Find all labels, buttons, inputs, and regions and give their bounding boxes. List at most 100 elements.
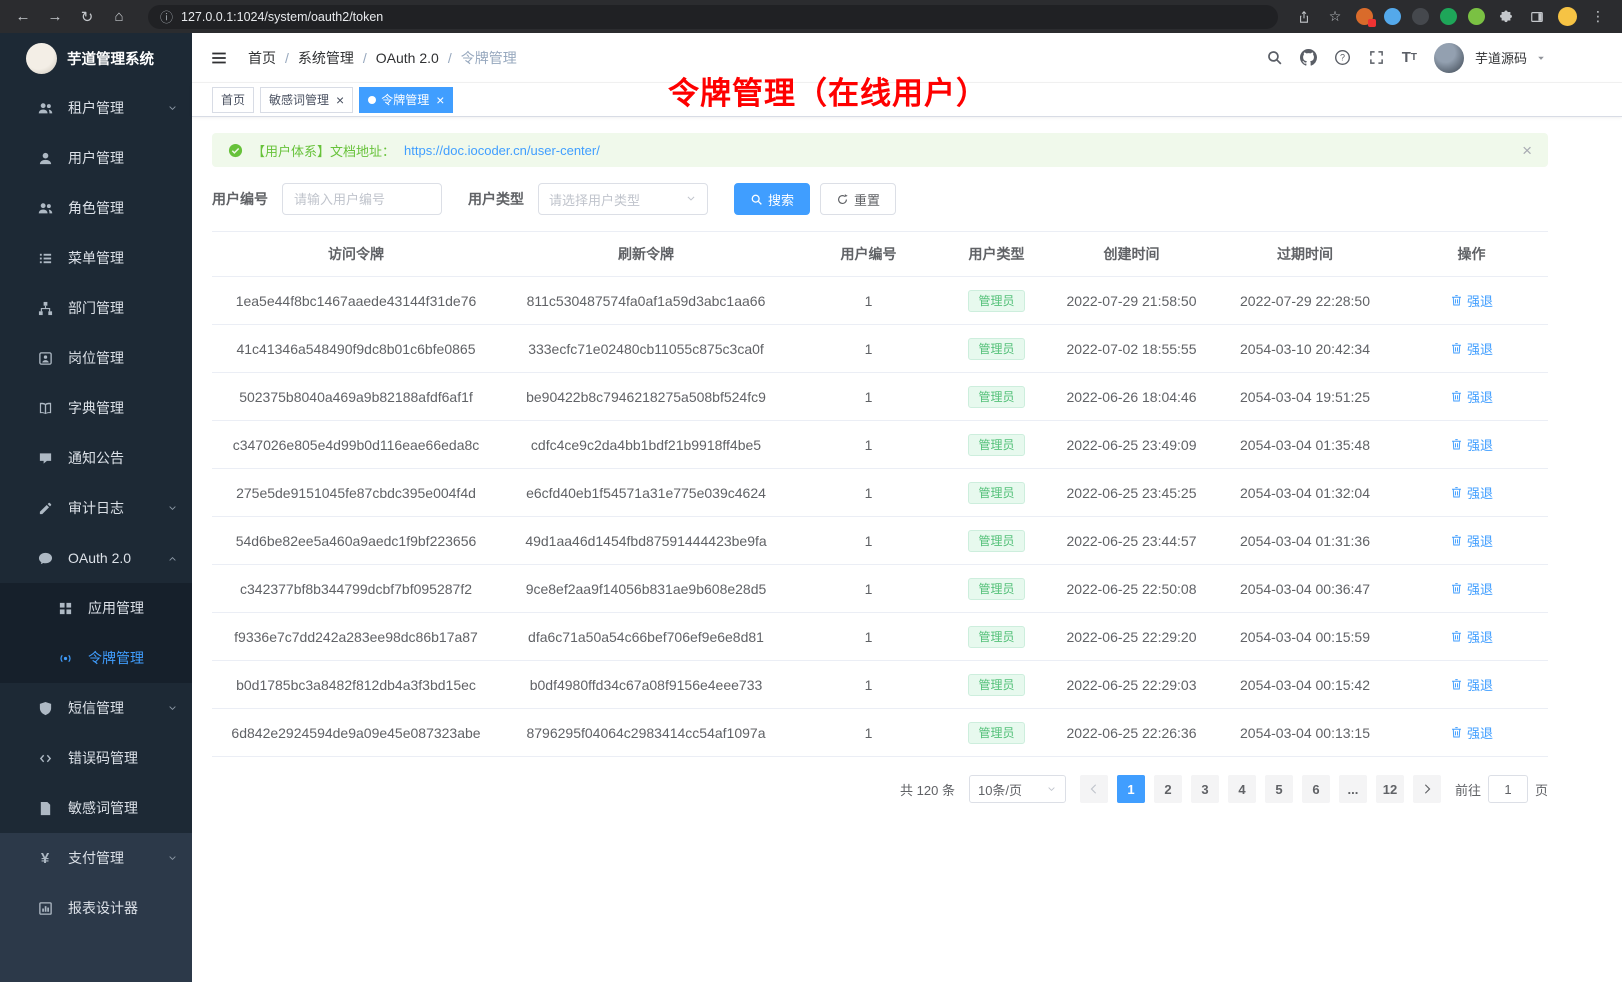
extension-colored-badge[interactable] [1356, 8, 1373, 25]
cell-actions: 强退 [1395, 277, 1548, 325]
share-icon[interactable] [1294, 7, 1314, 27]
fullscreen-icon[interactable] [1368, 49, 1385, 66]
search-button[interactable]: 搜索 [734, 183, 810, 215]
sidebar-item-oauth2[interactable]: OAuth 2.0 [0, 533, 192, 583]
sidebar-item-role[interactable]: 角色管理 [0, 183, 192, 233]
reload-icon[interactable]: ↻ [74, 4, 100, 30]
sidebar-item-pay[interactable]: ¥支付管理 [0, 833, 192, 883]
sidebar-item-notice[interactable]: 通知公告 [0, 433, 192, 483]
fontsize-icon[interactable]: TT [1402, 50, 1417, 65]
puzzle-icon[interactable] [1496, 7, 1516, 27]
cell-access-token: c347026e805e4d99b0d116eae66eda8c [212, 421, 500, 469]
list-icon [37, 251, 53, 266]
sidebar-item-label: 字典管理 [68, 398, 178, 418]
force-logout-button[interactable]: 强退 [1450, 675, 1493, 694]
delete-icon [1450, 630, 1463, 643]
info-icon[interactable]: ⓘ [160, 7, 173, 26]
force-logout-button[interactable]: 强退 [1450, 723, 1493, 742]
sidebar-item-sensitive-word[interactable]: 敏感词管理 [0, 783, 192, 833]
force-logout-button[interactable]: 强退 [1450, 339, 1493, 358]
address-bar[interactable]: ⓘ 127.0.0.1:1024/system/oauth2/token [148, 5, 1278, 29]
page-button-3[interactable]: 3 [1191, 775, 1219, 803]
app-shell: 芋道管理系统 租户管理用户管理角色管理菜单管理部门管理岗位管理字典管理通知公告审… [0, 33, 1622, 982]
extension-blue[interactable] [1384, 8, 1401, 25]
filter-user-id: 用户编号 [212, 183, 442, 215]
force-logout-button[interactable]: 强退 [1450, 291, 1493, 310]
close-icon[interactable]: × [1522, 142, 1532, 159]
star-icon[interactable]: ☆ [1325, 7, 1345, 27]
tab-home[interactable]: 首页 [212, 87, 254, 113]
sidebar-item-post[interactable]: 岗位管理 [0, 333, 192, 383]
page-button-1[interactable]: 1 [1117, 775, 1145, 803]
goto-page-input[interactable] [1488, 775, 1528, 803]
breadcrumb-item-home[interactable]: 首页 [248, 48, 276, 68]
browser-profile-avatar[interactable] [1558, 7, 1577, 26]
breadcrumb-item-oauth2[interactable]: OAuth 2.0 [376, 50, 439, 66]
username[interactable]: 芋道源码 [1475, 48, 1527, 67]
cell-expire-time: 2054-03-04 00:13:15 [1215, 709, 1395, 757]
force-logout-button[interactable]: 强退 [1450, 531, 1493, 550]
cell-create-time: 2022-06-25 22:26:36 [1048, 709, 1215, 757]
sidebar-item-report[interactable]: 报表设计器 [0, 883, 192, 933]
page-size-select[interactable]: 10条/页 [969, 775, 1066, 803]
user-id-input[interactable] [282, 183, 442, 215]
close-icon[interactable]: × [336, 93, 344, 107]
column-header-user-id: 用户编号 [792, 232, 945, 277]
sidebar-item-error-code[interactable]: 错误码管理 [0, 733, 192, 783]
tab-sensitive-word[interactable]: 敏感词管理× [260, 87, 353, 113]
table-header-row: 访问令牌刷新令牌用户编号用户类型创建时间过期时间操作 [212, 232, 1548, 277]
sidebar-item-menu[interactable]: 菜单管理 [0, 233, 192, 283]
app-logo[interactable]: 芋道管理系统 [0, 33, 192, 83]
force-logout-button[interactable]: 强退 [1450, 435, 1493, 454]
extension-green[interactable] [1440, 8, 1457, 25]
sidebar-item-label: 报表设计器 [68, 898, 178, 918]
prev-page-button[interactable] [1080, 775, 1108, 803]
sidebar-item-oauth2-app[interactable]: 应用管理 [0, 583, 192, 633]
page-ellipsis[interactable]: ... [1339, 775, 1367, 803]
search-icon[interactable] [1266, 49, 1283, 66]
user-avatar[interactable] [1434, 43, 1464, 73]
question-icon[interactable]: ? [1334, 49, 1351, 66]
hamburger-icon[interactable] [210, 49, 228, 67]
next-page-button[interactable] [1413, 775, 1441, 803]
tab-token[interactable]: 令牌管理× [359, 87, 453, 113]
sidebar-item-audit-log[interactable]: 审计日志 [0, 483, 192, 533]
force-logout-button[interactable]: 强退 [1450, 483, 1493, 502]
back-icon[interactable]: ← [10, 4, 36, 30]
close-icon[interactable]: × [436, 93, 444, 107]
extension-lightgreen[interactable] [1468, 8, 1485, 25]
force-logout-label: 强退 [1467, 483, 1493, 502]
force-logout-button[interactable]: 强退 [1450, 579, 1493, 598]
page-button-12[interactable]: 12 [1376, 775, 1404, 803]
sidebar-item-oauth2-token[interactable]: 令牌管理 [0, 633, 192, 683]
cell-user-type: 管理员 [945, 373, 1048, 421]
side-panel-icon[interactable] [1527, 7, 1547, 27]
caret-down-icon[interactable] [1536, 53, 1546, 63]
sidebar-item-user[interactable]: 用户管理 [0, 133, 192, 183]
page-button-6[interactable]: 6 [1302, 775, 1330, 803]
chevron-down-icon [167, 853, 178, 864]
sidebar-item-dept[interactable]: 部门管理 [0, 283, 192, 333]
user-type-select[interactable]: 请选择用户类型 [538, 183, 708, 215]
sidebar-item-label: 租户管理 [68, 98, 152, 118]
sidebar-item-dict[interactable]: 字典管理 [0, 383, 192, 433]
cell-access-token: 54d6be82ee5a460a9aedc1f9bf223656 [212, 517, 500, 565]
doc-link[interactable]: https://doc.iocoder.cn/user-center/ [404, 143, 600, 158]
sidebar-item-sms[interactable]: 短信管理 [0, 683, 192, 733]
force-logout-button[interactable]: 强退 [1450, 387, 1493, 406]
chevron-down-icon [1046, 784, 1057, 795]
page-button-2[interactable]: 2 [1154, 775, 1182, 803]
github-icon[interactable] [1300, 49, 1317, 66]
extension-dark[interactable] [1412, 8, 1429, 25]
breadcrumb-item-system[interactable]: 系统管理 [298, 48, 354, 68]
menu-dots-icon[interactable]: ⋮ [1588, 7, 1608, 27]
home-icon[interactable]: ⌂ [106, 4, 132, 30]
reset-button[interactable]: 重置 [820, 183, 896, 215]
sidebar-item-tenant[interactable]: 租户管理 [0, 83, 192, 133]
page-button-4[interactable]: 4 [1228, 775, 1256, 803]
page-button-5[interactable]: 5 [1265, 775, 1293, 803]
users-icon [37, 201, 53, 216]
forward-icon[interactable]: → [42, 4, 68, 30]
force-logout-button[interactable]: 强退 [1450, 627, 1493, 646]
cell-refresh-token: b0df4980ffd34c67a08f9156e4eee733 [500, 661, 792, 709]
